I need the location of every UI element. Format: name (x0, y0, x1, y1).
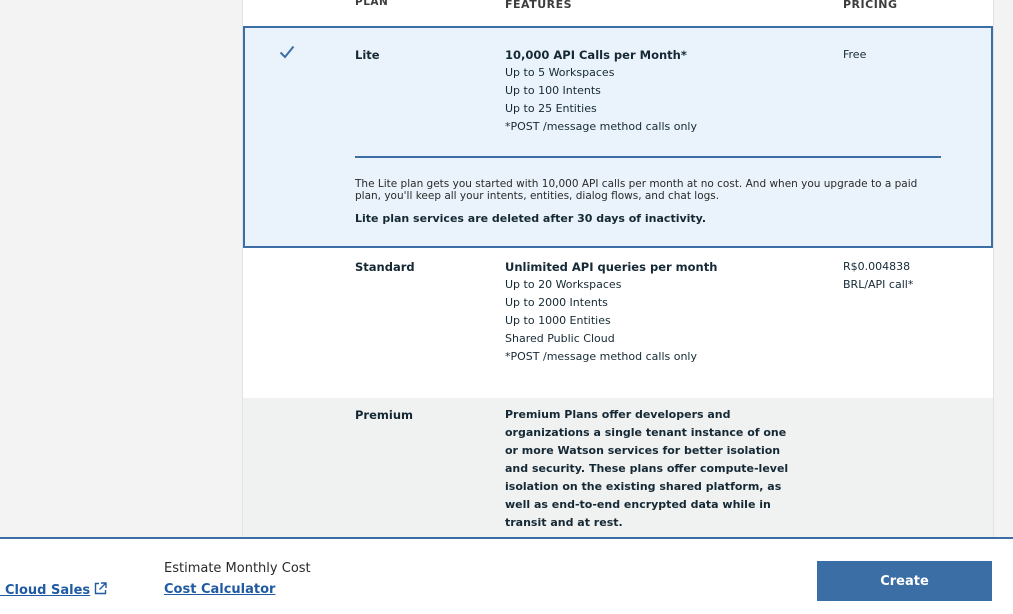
feature-item: Up to 20 Workspaces (505, 278, 622, 291)
feature-item: *POST /message method calls only (505, 350, 698, 363)
external-link-icon (94, 582, 107, 595)
feature-item: Shared Public Cloud (505, 332, 615, 345)
checkmark-icon (279, 44, 295, 63)
feature-item: *POST /message method calls only (505, 120, 698, 133)
price-unit: BRL/API call* (843, 278, 914, 291)
feature-item: Unlimited API queries per month (505, 260, 718, 274)
header-features: FEATURES (505, 0, 573, 11)
feature-item: Up to 100 Intents (505, 84, 601, 97)
plan-row-standard[interactable]: Standard Unlimited API queries per month… (243, 250, 993, 398)
price-amount: R$0.004838 (843, 260, 911, 273)
plan-pricing-lite: Free (843, 48, 867, 61)
header-plan: PLAN (355, 0, 389, 8)
plan-description-lite: The Lite plan gets you started with 10,0… (355, 178, 918, 202)
plan-row-lite[interactable]: Lite 10,000 API Calls per Month* Up to 5… (243, 26, 993, 248)
plan-features-standard: Unlimited API queries per month Up to 20… (505, 258, 717, 366)
plan-pricing-standard: R$0.004838 BRL/API call* (843, 258, 913, 294)
cloud-sales-label: l Cloud Sales (0, 583, 91, 598)
header-pricing: PRICING (843, 0, 898, 11)
feature-item: Up to 2000 Intents (505, 296, 608, 309)
plan-features-premium: Premium Plans offer developers and organ… (505, 408, 789, 529)
plan-row-premium[interactable]: Premium Premium Plans offer developers a… (243, 398, 993, 558)
plan-name-premium: Premium (355, 408, 413, 422)
plan-note-lite: Lite plan services are deleted after 30 … (355, 212, 707, 225)
feature-item: Up to 1000 Entities (505, 314, 611, 327)
cost-calculator-link[interactable]: Cost Calculator (164, 582, 275, 597)
cloud-sales-link[interactable]: l Cloud Sales (0, 582, 107, 598)
feature-item: Up to 5 Workspaces (505, 66, 615, 79)
plan-name-standard: Standard (355, 260, 415, 274)
estimate-label: Estimate Monthly Cost (164, 561, 311, 576)
plan-features-lite: 10,000 API Calls per Month* Up to 5 Work… (505, 46, 697, 136)
feature-item: 10,000 API Calls per Month* (505, 48, 687, 62)
divider (355, 156, 941, 158)
plan-name-lite: Lite (355, 48, 380, 62)
plans-table: PLAN FEATURES PRICING Lite 10,000 API Ca… (242, 0, 994, 558)
footer-bar: l Cloud Sales Estimate Monthly Cost Cost… (0, 537, 1013, 614)
feature-item: Up to 25 Entities (505, 102, 597, 115)
create-button[interactable]: Create (817, 561, 992, 601)
